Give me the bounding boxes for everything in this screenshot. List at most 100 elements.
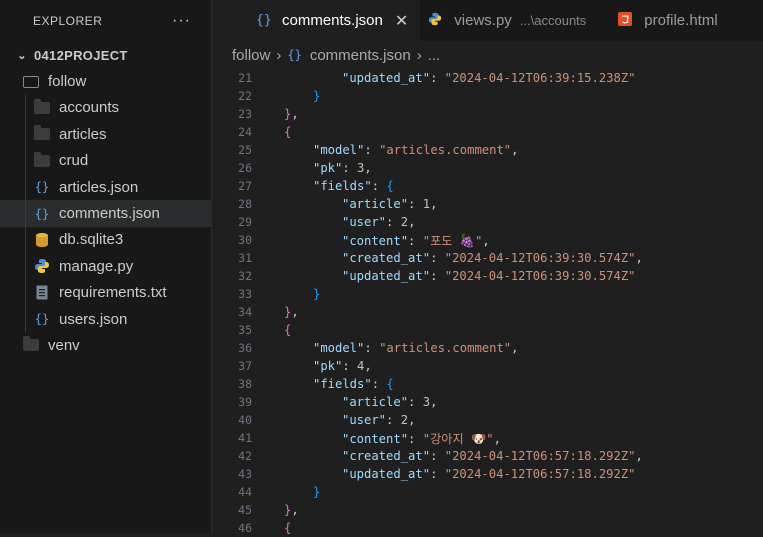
line-number: 24 [238,125,252,139]
tree-item-db-sqlite3[interactable]: db.sqlite3 [0,226,211,254]
tree-item-follow[interactable]: follow [0,68,211,94]
line-number: 32 [238,269,252,283]
json-key: "pk" [313,161,343,175]
json-number: 2 [400,413,409,427]
tree-item-articles[interactable]: articles [0,121,211,148]
code-line: 31 "created_at": "2024-04-12T06:39:30.574… [212,249,763,267]
html-icon [618,11,633,30]
line-number: 45 [238,503,252,517]
indent-guide [25,226,26,254]
json-string: "articles.comment" [379,143,512,157]
line-number: 42 [238,449,252,463]
line-number: 39 [238,395,252,409]
json-number: 1 [422,197,431,211]
chevron-right-icon: › [416,46,422,64]
json-key: "created_at" [342,251,431,265]
json-key: "model" [313,143,365,157]
tree-item-manage-py[interactable]: manage.py [0,253,211,280]
code-line: 40 "user": 2, [212,411,763,429]
json-key: "user" [342,413,387,427]
database-icon [33,231,51,249]
code-line: 32 "updated_at": "2024-04-12T06:39:30.574… [212,267,763,285]
line-number: 28 [238,197,252,211]
json-key: "pk" [313,359,343,373]
indent-guide [25,279,26,306]
project-root[interactable]: ⌄ 0412PROJECT [0,42,211,68]
code-line: 28 "article": 1, [212,195,763,213]
indent-guide [25,200,26,227]
json-icon: {} [34,206,50,221]
tab-description: ...\accounts [519,13,587,28]
tab-views-py[interactable]: views.py ...\accounts [420,0,599,41]
breadcrumb-file[interactable]: comments.json [310,47,411,64]
json-key: "user" [342,215,387,229]
breadcrumb-more[interactable]: ... [428,47,441,64]
line-number: 40 [238,413,252,427]
tree-item-requirements-txt[interactable]: requirements.txt [0,279,211,306]
line-number: 31 [238,251,252,265]
code-line: 43 "updated_at": "2024-04-12T06:57:18.292… [212,465,763,483]
tab-label: profile.html [644,12,718,29]
code-line: 45}, [212,501,763,519]
tree-item-label: manage.py [59,257,134,275]
json-key: "fields" [313,179,372,193]
tree-item-articles-json[interactable]: {} articles.json [0,173,211,201]
code-line: 27 "fields": { [212,177,763,195]
explorer-sidebar: EXPLORER ··· ⌄ 0412PROJECT follow accoun… [0,0,212,533]
tree-item-users-json[interactable]: {} users.json [0,305,211,333]
json-string: "2024-04-12T06:57:18.292Z" [444,449,636,463]
explorer-header: EXPLORER ··· [0,0,211,42]
indent-guide [25,147,26,174]
code-line: 37 "pk": 4, [212,357,763,375]
breadcrumb-folder[interactable]: follow [232,47,270,64]
tree-item-comments-json[interactable]: {} comments.json [0,200,211,227]
code-line: 26 "pk": 3, [212,159,763,177]
tree-item-label: users.json [59,310,128,328]
tree-item-label: articles.json [59,178,139,196]
json-string: "강아지 🐶" [422,432,494,446]
tab-profile-html[interactable]: profile.html [598,0,730,41]
folder-open-icon [22,73,40,91]
tree-item-label: articles [59,125,107,143]
json-key: "model" [313,341,365,355]
tree-item-accounts[interactable]: accounts [0,94,211,122]
line-number: 34 [238,305,252,319]
text-file-icon [33,284,51,302]
code-editor[interactable]: 21 "updated_at": "2024-04-12T06:39:15.238… [212,69,763,535]
json-key: "created_at" [342,449,431,463]
tab-comments-json[interactable]: {} comments.json ✕ [212,0,421,41]
more-actions-icon[interactable]: ··· [172,12,191,30]
indent-guide [25,253,26,280]
indent-guide [25,94,26,122]
json-key: "content" [342,234,409,248]
line-number: 43 [238,467,252,481]
json-icon: {} [34,312,50,327]
code-line: 46{ [212,519,763,537]
tree-item-venv[interactable]: venv [0,332,211,358]
indent-guide [25,121,26,148]
indent-guide [25,305,26,333]
line-number: 35 [238,323,252,337]
close-icon[interactable]: ✕ [395,11,408,31]
json-key: "article" [342,395,409,409]
tree-item-crud[interactable]: crud [0,147,211,174]
folder-icon [33,98,51,117]
json-icon: {} [34,180,50,195]
code-line: 34}, [212,303,763,321]
folder-icon [22,336,40,354]
json-icon: {} [256,13,272,28]
chevron-down-icon: ⌄ [17,49,27,62]
line-number: 22 [238,89,252,103]
code-line: 42 "created_at": "2024-04-12T06:57:18.292… [212,447,763,465]
line-number: 30 [238,233,252,247]
json-string: "articles.comment" [379,341,512,355]
line-number: 37 [238,359,252,373]
tree-item-label: venv [48,336,80,354]
code-line: 30 "content": "포도 🍇", [212,231,763,249]
code-line: 39 "article": 3, [212,393,763,411]
folder-icon [33,151,51,170]
code-line: 24{ [212,123,763,141]
explorer-title: EXPLORER [33,14,103,28]
line-number: 27 [238,179,252,193]
tree-item-label: db.sqlite3 [59,231,124,249]
